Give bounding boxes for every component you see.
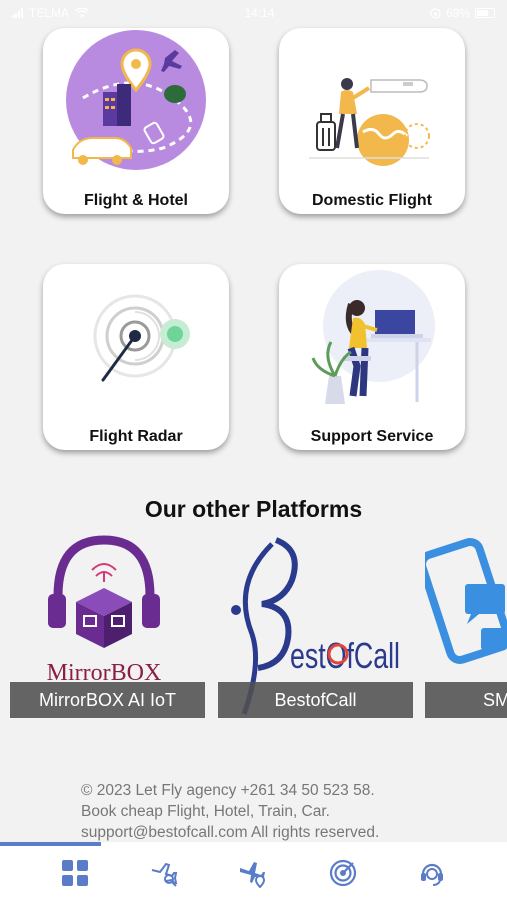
- tab-flight-search[interactable]: [144, 853, 184, 893]
- platforms-title: Our other Platforms: [144, 496, 363, 522]
- flight-hotel-illustration-icon: [66, 30, 206, 170]
- radar-illustration-icon: [93, 294, 190, 382]
- domestic-flight-illustration-icon: [309, 78, 430, 166]
- footer-copyright: © 2023 Let Fly agency +261 34 50 523 58.: [81, 782, 375, 799]
- rotation-lock-icon: [430, 7, 441, 19]
- tab-home[interactable]: [55, 853, 95, 893]
- radar-icon: [329, 859, 356, 887]
- platform-bestofcall[interactable]: estOfCall BestofCall: [218, 532, 413, 718]
- domestic-flight-label: Domestic Flight: [311, 192, 432, 209]
- flight-radar-card[interactable]: Flight Radar: [43, 264, 229, 450]
- footer-support: support@bestofcall.com All rights reserv…: [81, 824, 380, 841]
- status-left: TELMA: [12, 6, 89, 20]
- tab-flight-location[interactable]: [233, 853, 273, 893]
- tab-support[interactable]: [412, 853, 452, 893]
- tab-radar[interactable]: [323, 853, 363, 893]
- domestic-flight-card[interactable]: Domestic Flight: [279, 28, 465, 214]
- platforms-carousel[interactable]: MirrorBOX MirrorBOX AI IoT estOfCall Bes…: [0, 532, 507, 722]
- bottom-tab-bar: [0, 846, 507, 900]
- support-service-illustration-icon: [311, 270, 435, 404]
- sm-caption: SM: [425, 682, 507, 718]
- bestofcall-logo-text: estOfCall: [290, 635, 400, 676]
- status-bar: TELMA 14:14 69%: [0, 0, 507, 26]
- status-right: 69%: [430, 6, 495, 20]
- home-grid-icon: [61, 860, 88, 886]
- mirrorbox-caption: MirrorBOX AI IoT: [10, 682, 205, 718]
- battery-percent: 69%: [445, 6, 470, 20]
- wifi-icon: [75, 8, 89, 18]
- footer: © 2023 Let Fly agency +261 34 50 523 58.…: [81, 780, 501, 843]
- support-agent-icon: [421, 863, 444, 886]
- signal-icon: [12, 8, 23, 18]
- flight-hotel-label: Flight & Hotel: [84, 192, 188, 209]
- flight-radar-label: Flight Radar: [89, 428, 183, 445]
- bestofcall-caption: BestofCall: [218, 682, 413, 718]
- platform-sm[interactable]: SM: [425, 532, 507, 718]
- footer-tagline: Book cheap Flight, Hotel, Train, Car.: [81, 803, 330, 820]
- platform-mirrorbox[interactable]: MirrorBOX MirrorBOX AI IoT: [10, 532, 205, 718]
- status-time: 14:14: [244, 6, 275, 20]
- battery-icon: [474, 8, 495, 18]
- carrier-name: TELMA: [29, 6, 70, 20]
- support-service-card[interactable]: Support Service: [279, 264, 465, 450]
- support-service-label: Support Service: [310, 428, 434, 445]
- flight-location-icon: [240, 862, 266, 888]
- flight-hotel-card[interactable]: Flight & Hotel: [43, 28, 229, 214]
- flight-search-icon: [151, 862, 178, 887]
